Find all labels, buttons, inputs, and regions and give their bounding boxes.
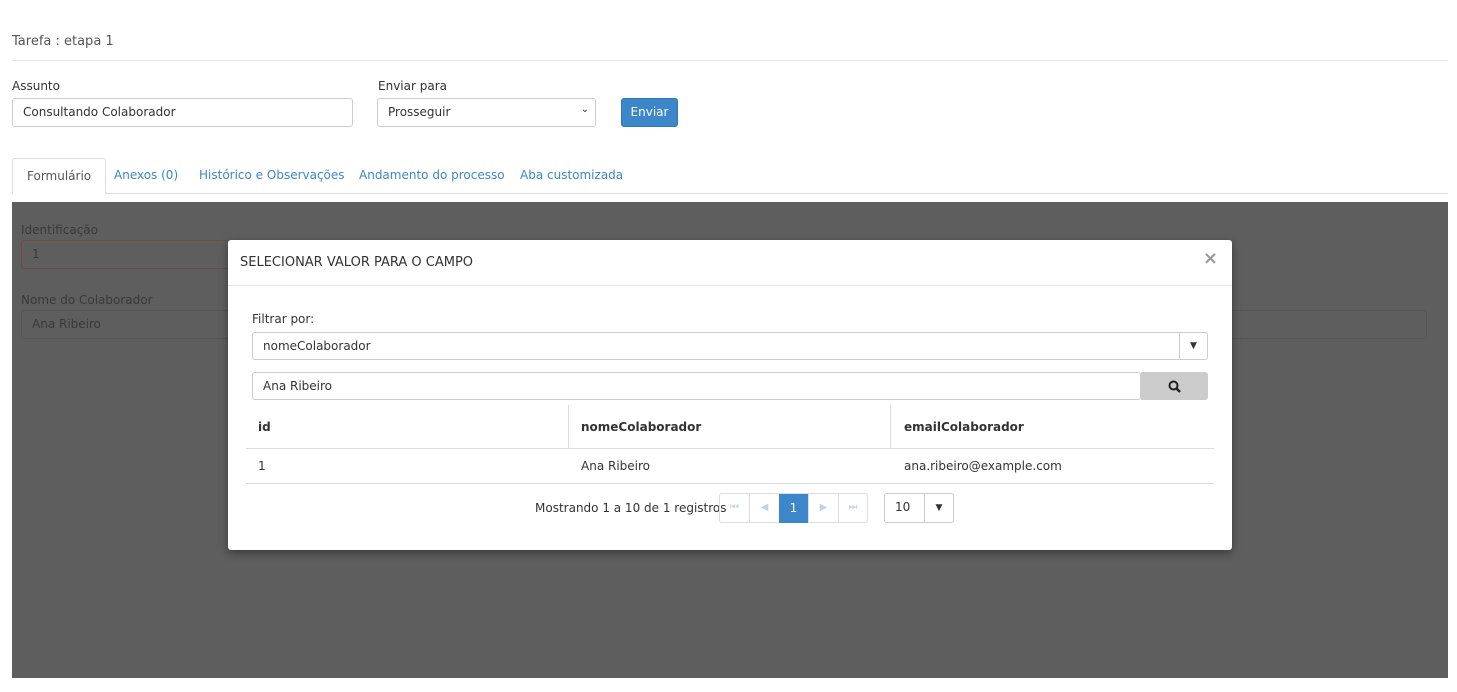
tab-aba-customizada[interactable]: Aba customizada bbox=[506, 158, 637, 194]
cell-id: 1 bbox=[258, 459, 266, 473]
table-row[interactable]: 1 Ana Ribeiro ana.ribeiro@example.com bbox=[246, 449, 1214, 484]
tab-historico[interactable]: Histórico e Observações bbox=[185, 158, 359, 194]
filter-label: Filtrar por: bbox=[252, 312, 315, 326]
filter-value: nomeColaborador bbox=[263, 339, 371, 353]
column-header-id[interactable]: id bbox=[258, 420, 271, 434]
search-input[interactable]: Ana Ribeiro bbox=[252, 372, 1141, 400]
modal-title: SELECIONAR VALOR PARA O CAMPO bbox=[240, 255, 474, 270]
send-to-label: Enviar para bbox=[378, 79, 447, 93]
cell-nome: Ana Ribeiro bbox=[581, 459, 650, 473]
tab-formulario[interactable]: Formulário bbox=[12, 158, 107, 194]
prev-page-icon[interactable]: ◀ bbox=[750, 494, 780, 523]
page-title: Tarefa : etapa 1 bbox=[12, 34, 114, 49]
page-size-value: 10 bbox=[895, 500, 911, 514]
close-icon[interactable]: × bbox=[1203, 248, 1218, 269]
send-button[interactable]: Enviar bbox=[621, 98, 678, 127]
tab-bar: Formulário Anexos (0) Histórico e Observ… bbox=[12, 158, 1448, 194]
first-page-icon[interactable]: ⏮ bbox=[720, 494, 750, 523]
last-page-icon[interactable]: ⏭ bbox=[838, 494, 868, 523]
send-to-value: Prosseguir bbox=[388, 105, 451, 119]
search-button[interactable] bbox=[1141, 372, 1208, 400]
select-value-modal: SELECIONAR VALOR PARA O CAMPO × Filtrar … bbox=[228, 240, 1232, 550]
tab-anexos[interactable]: Anexos (0) bbox=[100, 158, 192, 194]
pagination-info: Mostrando 1 a 10 de 1 registros bbox=[535, 501, 727, 515]
next-page-icon[interactable]: ▶ bbox=[809, 494, 839, 523]
divider bbox=[12, 60, 1448, 61]
results-table: id nomeColaborador emailColaborador 1 An… bbox=[246, 405, 1214, 484]
send-to-select[interactable]: Prosseguir ⌄ bbox=[377, 98, 596, 127]
page-1-button[interactable]: 1 bbox=[779, 494, 809, 523]
subject-label: Assunto bbox=[12, 79, 60, 93]
id-label: Identificação bbox=[21, 223, 98, 237]
page-size-select[interactable]: 10 ▼ bbox=[884, 493, 954, 523]
modal-divider bbox=[228, 285, 1232, 286]
caret-down-icon[interactable]: ▼ bbox=[1179, 333, 1207, 359]
filter-select[interactable]: nomeColaborador ▼ bbox=[252, 332, 1208, 360]
column-header-email[interactable]: emailColaborador bbox=[904, 420, 1024, 434]
pagination: ⏮ ◀ 1 ▶ ⏭ bbox=[719, 493, 868, 523]
chevron-down-icon: ⌄ bbox=[580, 104, 589, 115]
cell-email: ana.ribeiro@example.com bbox=[904, 459, 1062, 473]
search-icon bbox=[1168, 380, 1181, 393]
tab-andamento[interactable]: Andamento do processo bbox=[345, 158, 519, 194]
subject-input[interactable]: Consultando Colaborador bbox=[12, 98, 353, 127]
column-header-nome[interactable]: nomeColaborador bbox=[581, 420, 701, 434]
caret-down-icon: ▼ bbox=[924, 494, 953, 522]
name-label: Nome do Colaborador bbox=[21, 293, 153, 307]
